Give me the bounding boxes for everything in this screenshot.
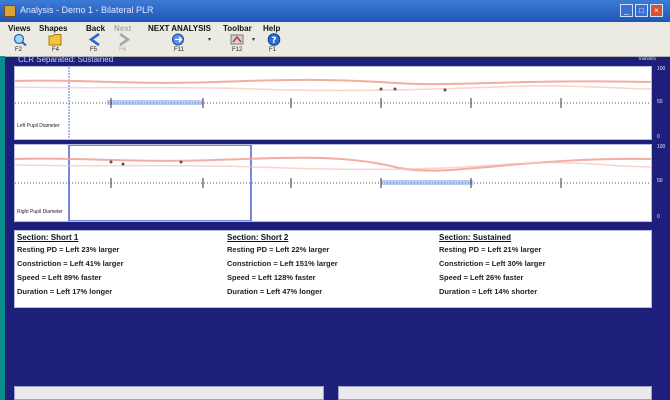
results-panel: Section: Short 1 Resting PD = Left 23% l… (14, 230, 652, 308)
back-key: F5 (90, 47, 98, 53)
trace1-scale-top: 100 (657, 66, 666, 72)
next-analysis-icon (172, 33, 184, 46)
right-pupil-trace-plot (15, 145, 651, 221)
next-analysis-key: F11 (174, 47, 184, 53)
trace1-scale-mid: 50 (657, 99, 663, 105)
constriction-line: Constriction = Left 151% larger (227, 259, 338, 268)
resting-pd-line: Resting PD = Left 22% larger (227, 245, 330, 254)
back-button[interactable]: Back F5 (84, 22, 108, 56)
next-button[interactable]: Next F6 (112, 22, 136, 56)
close-button[interactable]: × (650, 4, 663, 17)
shapes-label: Shapes (39, 24, 68, 33)
views-icon (13, 33, 27, 46)
next-analysis-label: NEXT ANALYSIS (148, 24, 211, 33)
toolbar-label: Toolbar (223, 24, 252, 33)
views-button[interactable]: Views F2 (6, 22, 34, 56)
help-key: F1 (269, 47, 277, 53)
analysis-title: CLR Separated: Sustained (18, 55, 114, 64)
trace2-scale-bottom: 0 (657, 214, 660, 220)
shapes-key: F4 (52, 47, 60, 53)
back-arrow-icon (88, 33, 100, 46)
next-arrow-icon (119, 33, 131, 46)
back-label: Back (86, 24, 106, 33)
next-label: Next (114, 24, 132, 33)
window-title: Analysis - Demo 1 - Bilateral PLR (20, 5, 154, 15)
help-icon: ? (267, 33, 281, 46)
trace2-scale-top: 100 (657, 144, 666, 150)
toolbar-key: F12 (232, 47, 243, 53)
trace2-scale-mid: 50 (657, 178, 663, 184)
duration-line: Duration = Left 14% shorter (439, 287, 538, 296)
left-pupil-trace-label: Left Pupil Diameter (17, 123, 60, 129)
section-title: Section: Short 1 (17, 233, 79, 242)
bottom-left-panel (14, 386, 324, 400)
app-icon (4, 5, 16, 17)
speed-line: Speed = Left 26% faster (439, 273, 524, 282)
next-key: F6 (119, 47, 127, 53)
duration-line: Duration = Left 47% longer (227, 287, 323, 296)
right-pupil-trace-panel[interactable]: Right Pupil Diameter (14, 144, 652, 222)
resting-pd-line: Resting PD = Left 21% larger (439, 245, 542, 254)
toolbar-button[interactable]: Toolbar ▾ F12 (222, 22, 258, 56)
right-pupil-trace-label: Right Pupil Diameter (17, 209, 63, 215)
toolbar-dropdown-icon[interactable]: ▾ (252, 36, 255, 43)
toolbar-icon (230, 34, 244, 45)
window-title-bar: Analysis - Demo 1 - Bilateral PLR _ □ × (0, 0, 670, 22)
shapes-icon (48, 34, 62, 46)
minimize-button[interactable]: _ (620, 4, 633, 17)
constriction-line: Constriction = Left 41% larger (17, 259, 124, 268)
resting-pd-line: Resting PD = Left 23% larger (17, 245, 120, 254)
shapes-button[interactable]: Shapes F4 (38, 22, 74, 56)
toolbar: Views F2 Shapes F4 Back F5 Next F6 NEXT … (0, 22, 670, 57)
views-label: Views (8, 24, 31, 33)
analysis-header: CLR Separated: Sustained Values (14, 55, 658, 65)
bottom-right-panel (338, 386, 652, 400)
views-key: F2 (15, 47, 23, 53)
trace1-scale-bottom: 0 (657, 134, 660, 140)
section-title: Section: Sustained (439, 233, 512, 242)
section-title: Section: Short 2 (227, 233, 289, 242)
constriction-line: Constriction = Left 30% larger (439, 259, 546, 268)
values-label: Values (638, 56, 656, 62)
window-left-edge (0, 56, 5, 400)
left-pupil-trace-plot (15, 67, 651, 139)
next-analysis-dropdown-icon[interactable]: ▾ (208, 36, 211, 43)
speed-line: Speed = Left 128% faster (227, 273, 316, 282)
speed-line: Speed = Left 89% faster (17, 273, 102, 282)
help-button[interactable]: Help ? F1 (262, 22, 286, 56)
maximize-button[interactable]: □ (635, 4, 648, 17)
help-label: Help (263, 24, 281, 33)
left-pupil-trace-panel[interactable]: Left Pupil Diameter (14, 66, 652, 140)
svg-text:?: ? (271, 36, 276, 46)
duration-line: Duration = Left 17% longer (17, 287, 113, 296)
next-analysis-button[interactable]: NEXT ANALYSIS ▾ F11 (146, 22, 214, 56)
